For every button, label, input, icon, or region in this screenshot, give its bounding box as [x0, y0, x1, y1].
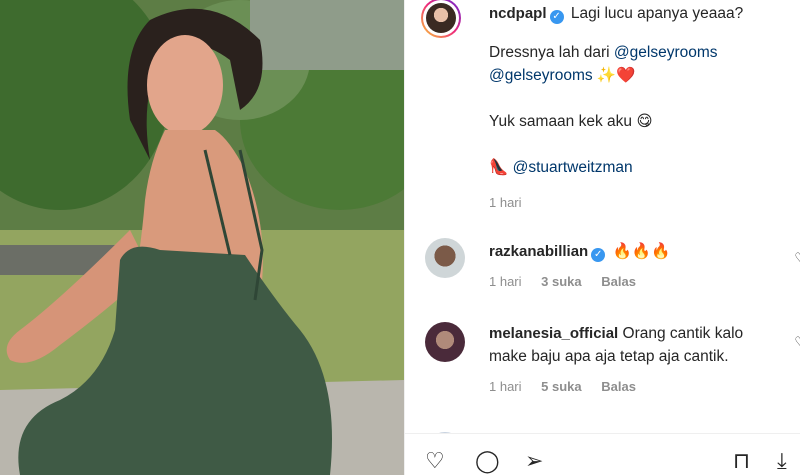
- comment-likes[interactable]: 5 suka: [541, 379, 581, 394]
- commenter-avatar[interactable]: [425, 322, 465, 362]
- post-viewer: ncdpapl ✓ Lagi lucu apanya yeaaa? Dressny…: [0, 0, 800, 475]
- commenter-username[interactable]: melanesia_official: [489, 325, 618, 342]
- caption-emoji: ✨❤️: [596, 67, 636, 84]
- post-actions-bar: ♡ ◯ ➢ ⊓ ⤓: [405, 433, 800, 475]
- verified-badge-icon: ✓: [549, 10, 564, 24]
- mention-link[interactable]: @stuartweitzman: [513, 159, 633, 176]
- caption-dress-prefix: Dressnya lah dari: [489, 44, 610, 61]
- comment-text: make baju apa aja tetap aja cantik.: [489, 348, 729, 365]
- comment-text: 🔥🔥🔥: [612, 243, 671, 260]
- comment-time[interactable]: 1 hari: [489, 379, 522, 394]
- mention-link[interactable]: @gelseyrooms: [489, 67, 593, 84]
- commenter-avatar[interactable]: [425, 238, 465, 278]
- author-avatar[interactable]: [421, 0, 461, 38]
- caption-line1: Lagi lucu apanya yeaaa?: [570, 5, 744, 22]
- caption: ncdpapl ✓ Lagi lucu apanya yeaaa? Dressny…: [489, 2, 799, 210]
- share-icon[interactable]: ➢: [525, 448, 543, 474]
- like-comment-heart-icon[interactable]: ♡: [794, 250, 800, 266]
- comments-panel: ncdpapl ✓ Lagi lucu apanya yeaaa? Dressny…: [404, 0, 800, 475]
- comment-text: Orang cantik kalo: [622, 325, 744, 342]
- download-icon[interactable]: ⤓: [777, 448, 787, 474]
- comment-time[interactable]: 1 hari: [489, 274, 522, 289]
- reply-button[interactable]: Balas: [601, 379, 636, 394]
- post-photo[interactable]: [0, 0, 404, 475]
- caption-time[interactable]: 1 hari: [489, 195, 522, 210]
- bookmark-icon[interactable]: ⊓: [733, 448, 750, 474]
- reply-button[interactable]: Balas: [601, 274, 636, 289]
- comment-icon[interactable]: ◯: [475, 448, 500, 474]
- caption-line3: Yuk samaan kek aku: [489, 113, 633, 130]
- photo-illustration: [0, 0, 404, 475]
- yum-emoji: 😋: [636, 113, 653, 130]
- mention-link[interactable]: @gelseyrooms: [614, 44, 718, 61]
- like-comment-heart-icon[interactable]: ♡: [794, 334, 800, 350]
- comment-likes[interactable]: 3 suka: [541, 274, 581, 289]
- shoe-emoji: 👠: [489, 159, 509, 176]
- comment-item: razkanabillian ✓ 🔥🔥🔥 1 hari 3 suka Balas: [489, 240, 789, 289]
- commenter-username[interactable]: razkanabillian: [489, 243, 588, 260]
- comment-item: melanesia_official Orang cantik kalo mak…: [489, 322, 789, 394]
- verified-badge-icon: ✓: [591, 248, 606, 262]
- author-username[interactable]: ncdpapl: [489, 5, 547, 22]
- heart-icon[interactable]: ♡: [425, 448, 445, 474]
